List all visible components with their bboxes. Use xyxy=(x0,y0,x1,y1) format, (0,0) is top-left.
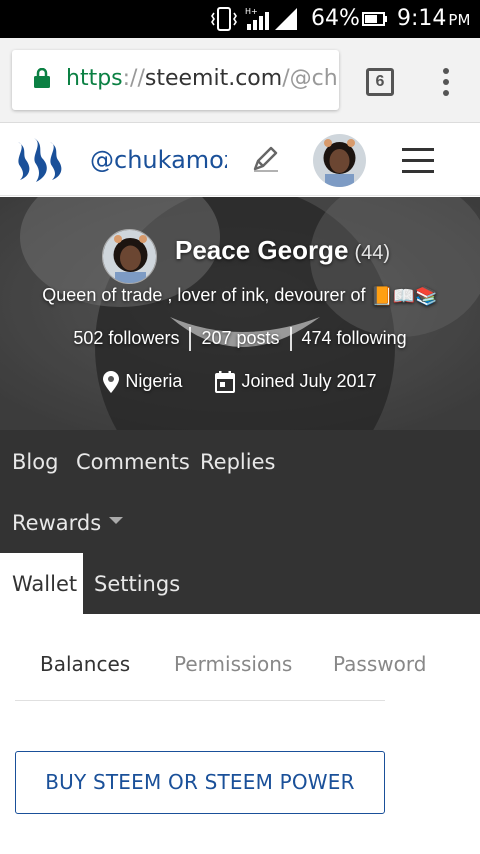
battery-percent: 64% xyxy=(311,6,360,31)
following-count[interactable]: 474 following xyxy=(292,328,417,349)
clock-time: 9:14 xyxy=(397,6,447,31)
cover-image xyxy=(0,197,480,430)
url-separator: :// xyxy=(122,66,145,91)
profile-bio-text: Queen of trade , lover of ink, devourer … xyxy=(42,285,371,305)
profile-bio: Queen of trade , lover of ink, devourer … xyxy=(0,285,480,307)
hamburger-icon[interactable] xyxy=(402,148,434,174)
tab-balances[interactable]: Balances xyxy=(40,652,130,676)
tab-permissions[interactable]: Permissions xyxy=(174,652,292,676)
followers-count[interactable]: 502 followers xyxy=(63,328,189,349)
joined-text: Joined July 2017 xyxy=(241,371,377,392)
hamburger-bar xyxy=(402,148,434,151)
posts-count: 207 posts xyxy=(201,327,280,348)
vibrate-icon xyxy=(211,7,237,31)
lock-icon xyxy=(34,68,50,88)
battery-icon xyxy=(362,12,387,26)
profile-bio-emoji: 📙📖📚 xyxy=(370,285,438,306)
clock-ampm: PM xyxy=(448,11,471,29)
clock: 9:14 PM xyxy=(397,6,470,31)
tab-password[interactable]: Password xyxy=(333,652,426,676)
signal-icon xyxy=(275,8,297,30)
profile-joined: Joined July 2017 xyxy=(215,371,377,394)
menu-dot xyxy=(443,79,449,85)
nav-rewards-dropdown[interactable]: Rewards xyxy=(12,511,124,535)
profile-avatar-image xyxy=(103,230,156,283)
reputation-score: (44) xyxy=(354,242,391,264)
hamburger-bar xyxy=(402,159,434,162)
site-header: @chukamoz xyxy=(0,124,480,196)
tab-switcher-button[interactable]: 6 xyxy=(366,68,394,96)
profile-stats: 502 followers 207 posts 474 following xyxy=(0,327,480,351)
steemit-logo[interactable] xyxy=(14,136,66,184)
url-scheme: https xyxy=(66,66,123,91)
profile-meta: Nigeria Joined July 2017 xyxy=(0,371,480,394)
url-path: /@ch xyxy=(282,66,338,91)
nav-replies[interactable]: Replies xyxy=(200,450,275,474)
profile-display-name: Peace George xyxy=(175,235,349,265)
nav-blog[interactable]: Blog xyxy=(12,450,58,474)
caret-down-icon xyxy=(109,516,124,524)
menu-dot xyxy=(443,90,449,96)
wallet-subtabs: Balances Permissions Password xyxy=(15,614,426,701)
nav-rewards-label: Rewards xyxy=(12,511,102,535)
avatar-image xyxy=(313,134,366,187)
svg-text:H+: H+ xyxy=(245,7,258,16)
hamburger-bar xyxy=(402,170,434,173)
url-host: steemit.com xyxy=(144,66,283,91)
status-bar: H+ 64% 9:14 PM xyxy=(0,0,480,38)
nav-comments[interactable]: Comments xyxy=(76,450,190,474)
url-text: https://steemit.com/@ch xyxy=(66,66,338,91)
buy-steem-button[interactable]: BUY STEEM OR STEEM POWER xyxy=(15,751,385,814)
menu-dot xyxy=(443,68,449,74)
calendar-icon xyxy=(215,371,236,394)
pencil-icon[interactable] xyxy=(250,144,280,174)
profile-location: Nigeria xyxy=(103,371,183,394)
avatar[interactable] xyxy=(313,134,366,187)
browser-toolbar: https://steemit.com/@ch 6 xyxy=(0,38,480,123)
profile-avatar xyxy=(102,229,157,284)
header-username[interactable]: @chukamoz xyxy=(90,146,227,174)
location-text: Nigeria xyxy=(125,371,183,392)
profile-name: Peace George (44) xyxy=(175,235,390,266)
map-pin-icon xyxy=(103,371,120,394)
profile-nav: Blog Comments Replies Rewards Wallet Set… xyxy=(0,430,480,614)
tab-wallet[interactable]: Wallet xyxy=(0,553,83,614)
tab-settings[interactable]: Settings xyxy=(94,572,180,596)
browser-menu-button[interactable] xyxy=(436,68,456,98)
profile-banner: Peace George (44) Queen of trade , lover … xyxy=(0,197,480,430)
mobile-data-icon: H+ xyxy=(245,7,269,30)
address-bar[interactable]: https://steemit.com/@ch xyxy=(12,50,339,110)
